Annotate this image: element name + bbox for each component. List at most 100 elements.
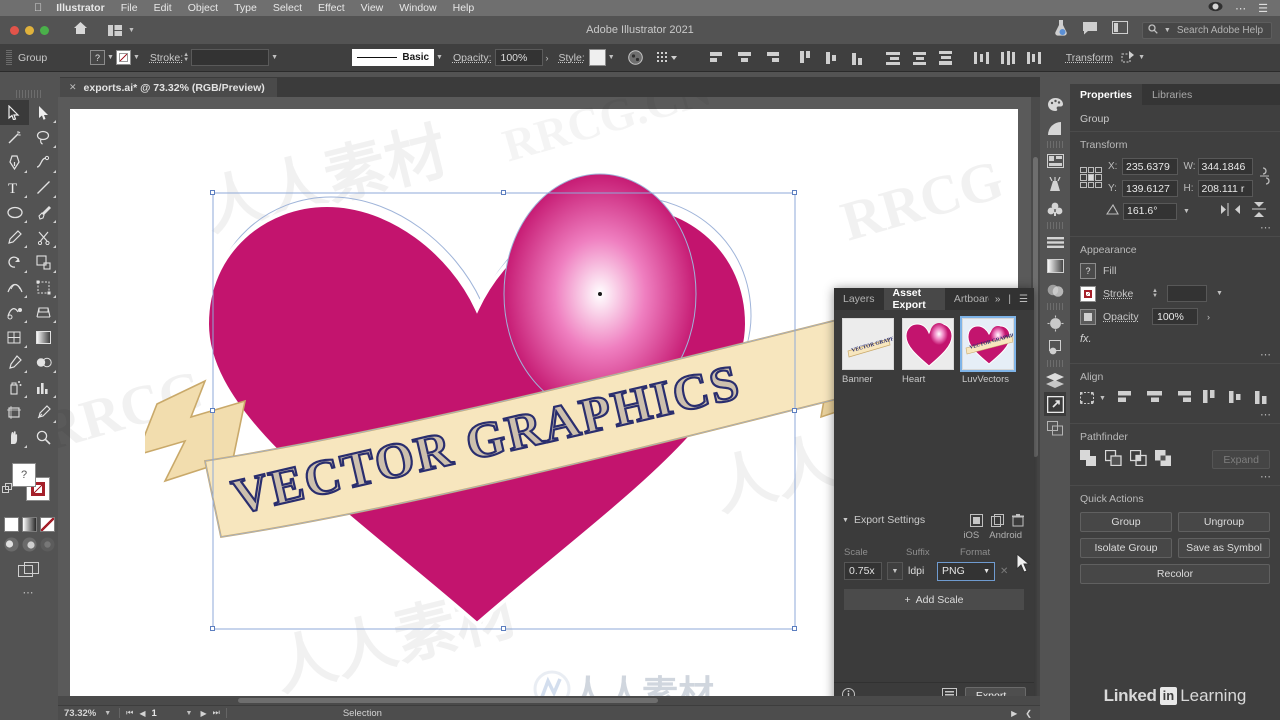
- opacity-label[interactable]: Opacity: [1103, 311, 1145, 323]
- align-left-icon[interactable]: [1117, 390, 1136, 407]
- distribute-right-icon[interactable]: [1022, 49, 1048, 66]
- align-panel-icon[interactable]: [1044, 230, 1066, 254]
- artboard-number-input[interactable]: 1: [151, 707, 178, 719]
- chevron-down-icon[interactable]: ▼: [1162, 27, 1173, 34]
- layers-panel-icon[interactable]: [1044, 368, 1066, 392]
- more-options-icon[interactable]: ⋯: [1260, 470, 1272, 483]
- recolor-button[interactable]: Recolor: [1080, 564, 1270, 584]
- delete-asset-icon[interactable]: [1010, 512, 1026, 528]
- free-transform-tool[interactable]: [29, 275, 58, 300]
- stroke-weight-label[interactable]: Stroke:: [150, 52, 183, 64]
- opacity-input[interactable]: 100%: [495, 49, 544, 66]
- gradient-panel-icon[interactable]: [1044, 254, 1066, 278]
- type-tool[interactable]: T: [0, 175, 29, 200]
- more-icon[interactable]: ⋯: [1235, 2, 1246, 15]
- symbol-sprayer-tool[interactable]: [0, 375, 29, 400]
- menu-edit[interactable]: Edit: [154, 2, 172, 14]
- style-label[interactable]: Style:: [558, 52, 584, 64]
- more-options-icon[interactable]: ⋯: [1260, 348, 1272, 361]
- perspective-grid-tool[interactable]: [29, 300, 58, 325]
- menu-type[interactable]: Type: [234, 2, 257, 14]
- blend-tool[interactable]: [29, 350, 58, 375]
- selection-tool[interactable]: [0, 100, 29, 125]
- align-left-icon[interactable]: [706, 49, 732, 66]
- menu-file[interactable]: File: [121, 2, 138, 14]
- draw-normal-icon[interactable]: [4, 537, 19, 552]
- change-screen-mode-icon[interactable]: [0, 562, 58, 578]
- transform-label[interactable]: Transform: [1066, 52, 1113, 64]
- opacity-options-icon[interactable]: ›: [543, 53, 550, 63]
- fl ip-horizontal-icon[interactable]: [1221, 203, 1240, 219]
- chevron-down-icon[interactable]: ▼: [1214, 290, 1225, 297]
- tab-artboards[interactable]: Artboards: [945, 288, 989, 310]
- w-input[interactable]: 344.1846: [1197, 158, 1253, 175]
- workspace-switcher-icon[interactable]: ▼: [108, 24, 137, 36]
- graphic-styles-panel-icon[interactable]: [1044, 335, 1066, 359]
- asset-item-luvvectors[interactable]: VECTOR GRAPHICS LuvVectors: [960, 316, 1016, 385]
- menu-effect[interactable]: Effect: [318, 2, 345, 14]
- stroke-weight-stepper[interactable]: ▲ ▼: [1152, 288, 1158, 299]
- intersect-icon[interactable]: [1129, 449, 1147, 469]
- unlink-proportions-icon[interactable]: [1259, 166, 1270, 189]
- artwork-luvvectors[interactable]: VECTOR GRAPHICS VECTOR GRAPHICS: [145, 169, 905, 639]
- distribute-center-v-icon[interactable]: [908, 49, 934, 66]
- h-input[interactable]: 208.111 r: [1197, 180, 1253, 197]
- gradient-mode-icon[interactable]: [21, 517, 37, 532]
- first-artboard-icon[interactable]: ⏮: [126, 708, 133, 718]
- flip-vertical-icon[interactable]: [1252, 202, 1266, 220]
- selection-handle[interactable]: [501, 190, 506, 195]
- add-scale-button[interactable]: + Add Scale: [844, 589, 1024, 610]
- selection-handle[interactable]: [210, 190, 215, 195]
- asset-export-panel-icon[interactable]: [1044, 392, 1066, 416]
- tab-properties[interactable]: Properties: [1070, 84, 1142, 105]
- asset-item-banner[interactable]: VECTOR GRAPHICS Banner: [842, 318, 894, 385]
- align-top-icon[interactable]: [1202, 390, 1218, 407]
- panel-menu-icon[interactable]: ☰: [1013, 288, 1034, 310]
- zoom-tool[interactable]: [29, 425, 58, 450]
- format-dropdown[interactable]: PNG ▼: [937, 561, 995, 581]
- export-settings-header[interactable]: ▼ Export Settings: [834, 510, 1034, 530]
- list-icon[interactable]: ☰: [1258, 2, 1268, 15]
- tab-libraries[interactable]: Libraries: [1142, 84, 1202, 105]
- selection-handle[interactable]: [210, 626, 215, 631]
- chevron-down-icon[interactable]: ▼: [105, 54, 116, 61]
- align-right-icon[interactable]: [1174, 390, 1192, 407]
- graphic-style-swatch[interactable]: [588, 49, 606, 66]
- artboards-panel-icon[interactable]: [1044, 416, 1066, 440]
- color-guide-panel-icon[interactable]: [1044, 116, 1066, 140]
- stroke-weight-input[interactable]: [191, 49, 270, 66]
- scale-tool[interactable]: [29, 250, 58, 275]
- magic-wand-tool[interactable]: [0, 125, 29, 150]
- distribute-left-icon[interactable]: [970, 49, 996, 66]
- gradient-tool[interactable]: [29, 325, 58, 350]
- exclude-icon[interactable]: [1155, 450, 1172, 469]
- none-mode-icon[interactable]: [39, 517, 55, 532]
- align-middle-v-icon[interactable]: [1228, 390, 1244, 407]
- align-center-h-icon[interactable]: [732, 49, 758, 66]
- selection-handle[interactable]: [792, 626, 797, 631]
- collapse-panel-icon[interactable]: »: [989, 288, 1007, 310]
- stroke-label[interactable]: Stroke: [1103, 288, 1145, 300]
- fill-swatch-button[interactable]: ?: [1080, 263, 1096, 279]
- chevron-down-icon[interactable]: ▼: [434, 54, 445, 61]
- distribute-top-icon[interactable]: [882, 49, 908, 66]
- zoom-dropdown-icon[interactable]: ▼: [102, 710, 113, 717]
- selection-handle[interactable]: [501, 626, 506, 631]
- scissors-tool[interactable]: [29, 225, 58, 250]
- apple-icon[interactable]: : [34, 2, 42, 14]
- group-button[interactable]: Group: [1080, 512, 1172, 532]
- opacity-swatch-icon[interactable]: [1080, 308, 1096, 325]
- minus-front-icon[interactable]: [1104, 449, 1122, 469]
- search-adobe-help[interactable]: ▼ Search Adobe Help: [1141, 21, 1272, 39]
- suffix-input[interactable]: ldpi: [908, 565, 932, 577]
- y-input[interactable]: 139.6127: [1122, 180, 1178, 197]
- disclosure-triangle-down-icon[interactable]: ▼: [842, 517, 849, 524]
- pen-tool[interactable]: [0, 150, 29, 175]
- column-graph-tool[interactable]: [29, 375, 58, 400]
- expand-button[interactable]: Expand: [1212, 450, 1270, 469]
- asset-item-heart[interactable]: Heart: [902, 318, 954, 385]
- ungroup-button[interactable]: Ungroup: [1178, 512, 1270, 532]
- mesh-tool[interactable]: [0, 325, 29, 350]
- stroke-swatch-button[interactable]: [115, 50, 131, 65]
- fx-button[interactable]: fx.: [1080, 331, 1270, 345]
